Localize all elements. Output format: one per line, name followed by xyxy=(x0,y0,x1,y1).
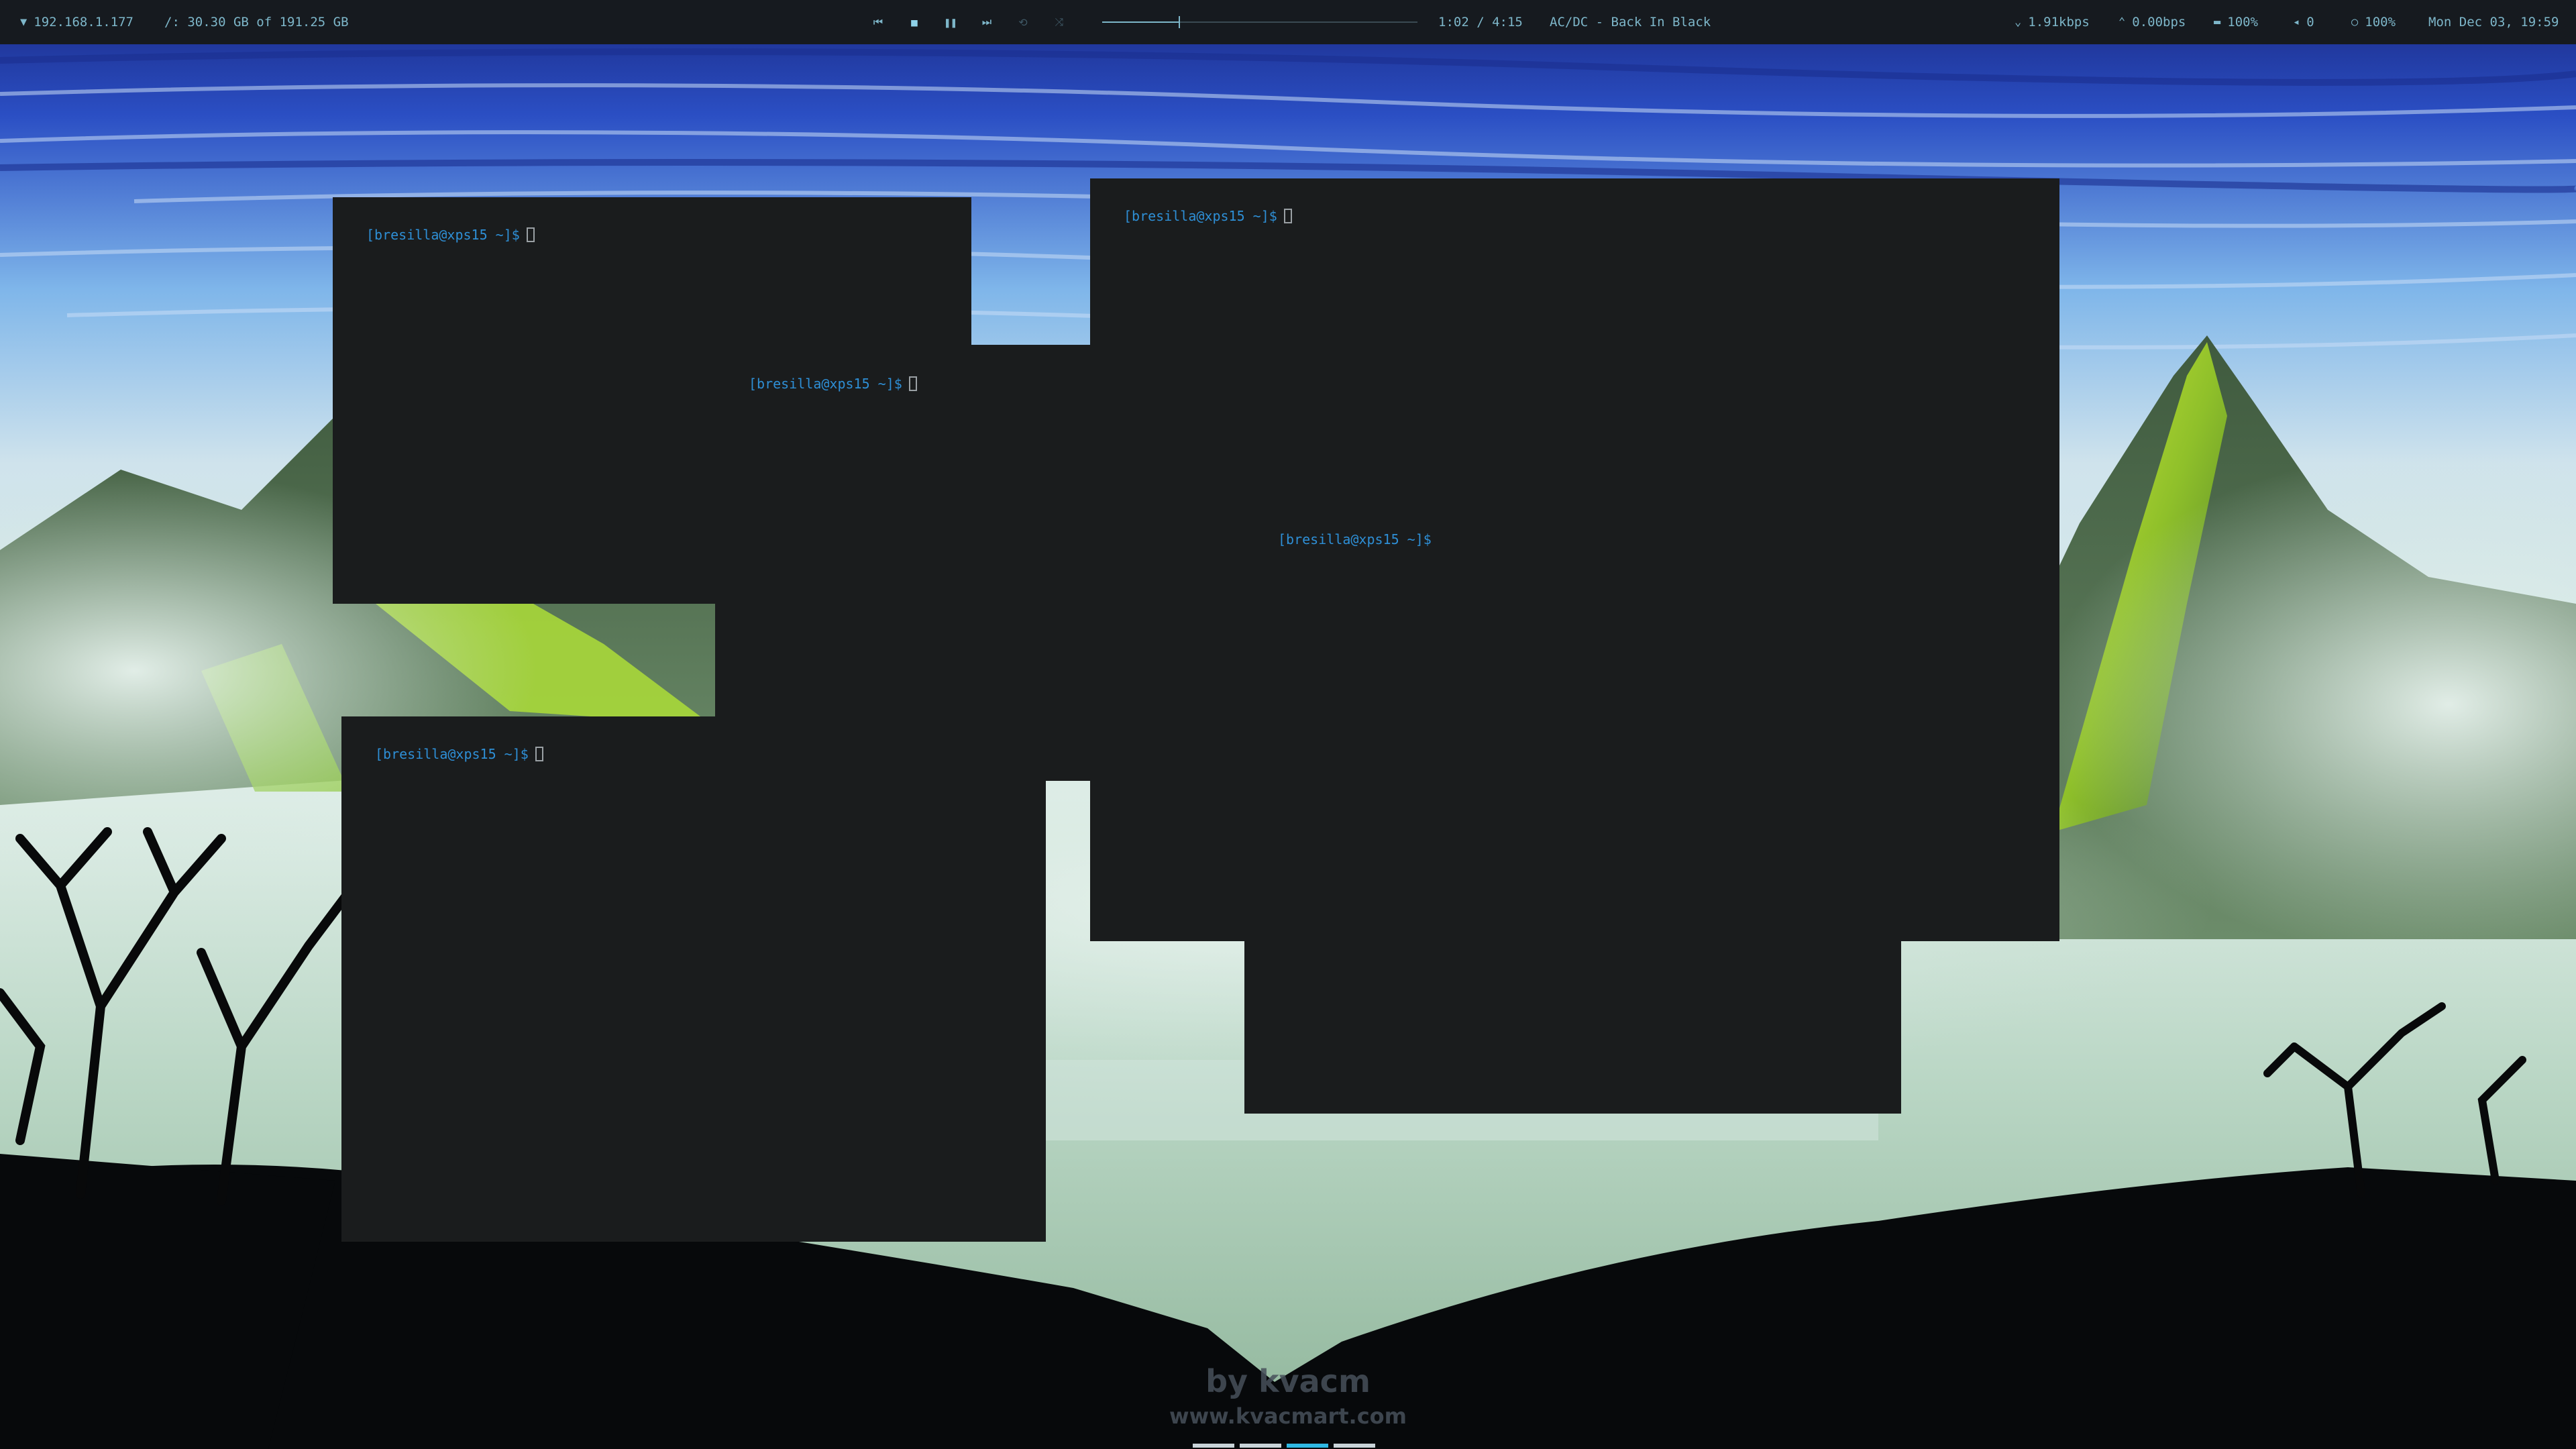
clock-widget[interactable]: Mon Dec 03, 19:59 xyxy=(2428,0,2559,44)
media-time: 1:02 / 4:15 xyxy=(1438,0,1523,44)
disk-usage-label: /: 30.30 GB of 191.25 GB xyxy=(164,15,349,30)
clock-label: Mon Dec 03, 19:59 xyxy=(2428,15,2559,30)
media-seek-handle[interactable] xyxy=(1179,16,1181,28)
shuffle-icon[interactable]: ⤨ xyxy=(1051,13,1068,31)
previous-icon[interactable]: ⏮ xyxy=(869,13,887,31)
battery-icon: ▬ xyxy=(2214,15,2221,29)
wifi-icon: ▼ xyxy=(20,15,28,29)
media-time-label: 1:02 / 4:15 xyxy=(1438,15,1523,30)
prompt-text: [bresilla@xps15 ~]$ xyxy=(375,746,529,762)
prompt-text: [bresilla@xps15 ~]$ xyxy=(366,227,520,243)
battery-widget[interactable]: ▬ 100% xyxy=(2214,0,2258,44)
media-track-label: AC/DC - Back In Black xyxy=(1550,15,1711,30)
upload-arrow-icon: ⌃ xyxy=(2118,15,2126,29)
volume-widget[interactable]: ◂ 0 xyxy=(2293,0,2314,44)
watermark-url: www.kvacmart.com xyxy=(1169,1403,1407,1429)
speaker-icon: ◂ xyxy=(2293,15,2300,29)
terminal-cursor xyxy=(526,227,535,242)
brightness-label: 100% xyxy=(2365,15,2396,30)
terminal-cursor xyxy=(535,747,543,761)
workspace-indicators xyxy=(1193,1444,1375,1448)
terminal-prompt: [bresilla@xps15 ~]$ xyxy=(1278,531,1432,547)
download-arrow-icon: ⌄ xyxy=(2015,15,2022,29)
net-up-label: 0.00bps xyxy=(2132,15,2186,30)
top-status-bar: ▼ 192.168.1.177 /: 30.30 GB of 191.25 GB… xyxy=(0,0,2576,44)
net-down-label: 1.91kbps xyxy=(2028,15,2090,30)
net-up-widget[interactable]: ⌃ 0.00bps xyxy=(2118,0,2186,44)
terminal-prompt: [bresilla@xps15 ~]$ xyxy=(749,376,917,392)
media-track[interactable]: AC/DC - Back In Black xyxy=(1550,0,1711,44)
terminal-prompt: [bresilla@xps15 ~]$ xyxy=(375,746,543,762)
brightness-icon: ○ xyxy=(2351,15,2359,29)
terminal-prompt: [bresilla@xps15 ~]$ xyxy=(1124,208,1292,224)
net-down-widget[interactable]: ⌄ 1.91kbps xyxy=(2015,0,2090,44)
prompt-text: [bresilla@xps15 ~]$ xyxy=(1278,531,1432,547)
network-ip-widget[interactable]: ▼ 192.168.1.177 xyxy=(20,0,133,44)
workspace-indicator[interactable] xyxy=(1193,1444,1234,1448)
terminal-window-4[interactable]: [bresilla@xps15 ~]$ xyxy=(1244,504,1901,1114)
watermark-author: by kvacm xyxy=(1205,1363,1371,1399)
pause-icon[interactable]: ❚❚ xyxy=(942,13,959,31)
ip-address-label: 192.168.1.177 xyxy=(34,15,133,30)
volume-label: 0 xyxy=(2306,15,2314,30)
media-seek-bar[interactable] xyxy=(1102,16,1417,28)
prompt-text: [bresilla@xps15 ~]$ xyxy=(1124,208,1277,224)
next-icon[interactable]: ⏭ xyxy=(978,13,996,31)
media-controls: ⏮ ■ ❚❚ ⏭ ⟲ ⤨ xyxy=(869,0,1068,44)
terminal-window-5[interactable]: [bresilla@xps15 ~]$ xyxy=(341,716,1046,1242)
stop-icon[interactable]: ■ xyxy=(906,13,923,31)
terminal-cursor xyxy=(1283,209,1292,223)
workspace-indicator-active[interactable] xyxy=(1287,1444,1328,1448)
media-seek-fill xyxy=(1102,21,1179,23)
terminal-cursor xyxy=(908,376,917,391)
brightness-widget[interactable]: ○ 100% xyxy=(2351,0,2396,44)
battery-label: 100% xyxy=(2227,15,2259,30)
desktop: ▼ 192.168.1.177 /: 30.30 GB of 191.25 GB… xyxy=(0,0,2576,1449)
workspace-indicator[interactable] xyxy=(1334,1444,1375,1448)
repeat-icon[interactable]: ⟲ xyxy=(1014,13,1032,31)
terminal-prompt: [bresilla@xps15 ~]$ xyxy=(366,227,535,243)
workspace-indicator[interactable] xyxy=(1240,1444,1281,1448)
disk-usage-widget[interactable]: /: 30.30 GB of 191.25 GB xyxy=(164,0,349,44)
prompt-text: [bresilla@xps15 ~]$ xyxy=(749,376,902,392)
